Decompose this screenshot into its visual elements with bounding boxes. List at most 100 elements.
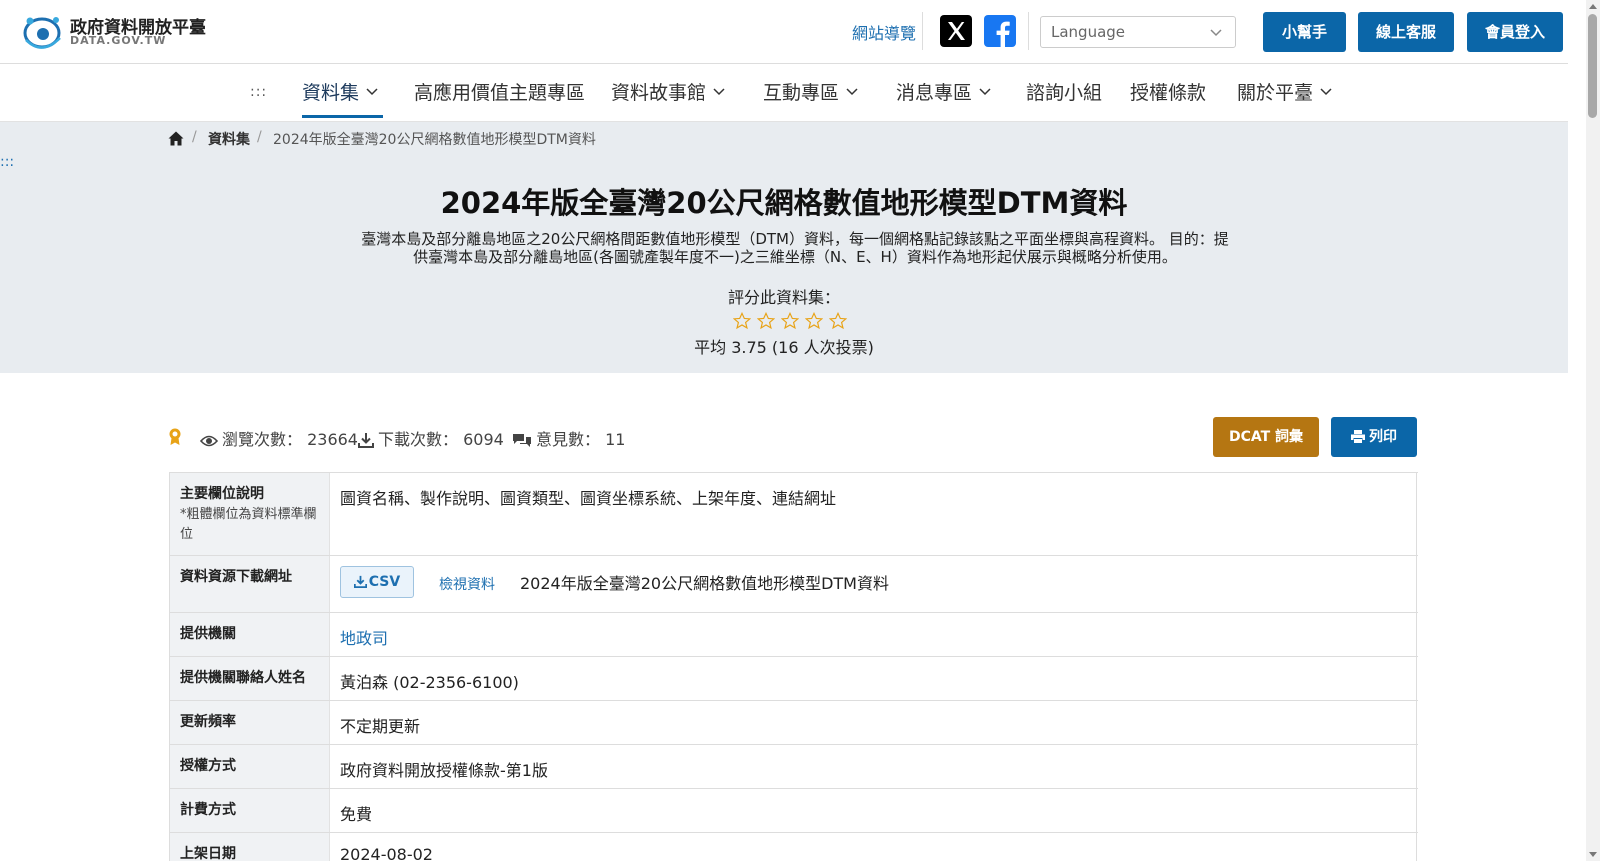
info-key: 計費方式 — [170, 789, 330, 832]
rating-stars — [733, 312, 849, 332]
chevron-down-icon — [366, 88, 378, 96]
nav-item-news[interactable]: 消息專區 — [896, 78, 992, 118]
nav-item-license[interactable]: 授權條款 — [1130, 78, 1206, 118]
dcat-vocabulary-button[interactable]: DCAT 詞彙 — [1213, 417, 1319, 457]
info-value: 不定期更新 — [340, 717, 421, 736]
helper-button[interactable]: 小幫手 — [1263, 12, 1346, 52]
info-row-fields: 主要欄位說明 *粗體欄位為資料標準欄位 圖資名稱、製作說明、圖資類型、圖資坐標系… — [170, 472, 1418, 555]
star-icon[interactable] — [733, 312, 751, 330]
breadcrumb-current: 2024年版全臺灣20公尺網格數值地形模型DTM資料 — [273, 132, 596, 148]
star-icon[interactable] — [757, 312, 775, 330]
home-icon[interactable] — [168, 131, 184, 146]
dataset-info-table: 主要欄位說明 *粗體欄位為資料標準欄位 圖資名稱、製作說明、圖資類型、圖資坐標系… — [169, 472, 1418, 861]
info-key: 資料資源下載網址 — [170, 556, 330, 612]
page-title: 2024年版全臺灣20公尺網格數值地形模型DTM資料 — [440, 186, 1128, 220]
info-row-frequency: 更新頻率 不定期更新 — [170, 700, 1418, 744]
rating-average: 平均 3.75 (16 人次投票) — [694, 338, 874, 357]
info-row-published: 上架日期 2024-08-02 — [170, 832, 1418, 861]
view-count-text: 瀏覽次數： 23664 — [222, 430, 358, 449]
comment-count: 意見數： 11 — [512, 426, 625, 450]
info-key: 上架日期 — [170, 833, 330, 861]
print-button[interactable]: 列印 — [1331, 417, 1417, 457]
csv-label: CSV — [368, 574, 401, 590]
nav-item-about[interactable]: 關於平臺 — [1237, 78, 1333, 118]
provider-link[interactable]: 地政司 — [340, 625, 388, 649]
top-header: 政府資料開放平臺 DATA.GOV.TW 網站導覽 Language 小幫手 線… — [0, 0, 1568, 64]
dataset-hero: / 資料集 / 2024年版全臺灣20公尺網格數值地形模型DTM資料 ::: 2… — [0, 122, 1568, 373]
view-count: 瀏覽次數： 23664 — [199, 426, 358, 450]
logo-subtitle: DATA.GOV.TW — [70, 34, 167, 47]
accesskey-marker[interactable]: ::: — [250, 84, 267, 100]
rating-label: 評分此資料集： — [727, 288, 840, 307]
chevron-down-icon — [846, 88, 858, 96]
print-button-label: 列印 — [1369, 429, 1397, 445]
chevron-down-icon — [713, 88, 725, 96]
view-data-link[interactable]: 檢視資料 — [439, 574, 495, 594]
eye-icon — [199, 435, 219, 447]
header-divider — [922, 12, 923, 50]
info-row-license: 授權方式 政府資料開放授權條款-第1版 — [170, 744, 1418, 788]
download-icon — [353, 575, 367, 589]
nav-item-label: 資料故事館 — [611, 82, 707, 104]
sitemap-link[interactable]: 網站導覽 — [852, 20, 916, 44]
breadcrumb-datasets[interactable]: 資料集 — [208, 129, 250, 149]
breadcrumb-separator: / — [192, 129, 197, 145]
page-scrollbar[interactable] — [1586, 0, 1600, 861]
info-value: 免費 — [340, 805, 373, 824]
info-value: 2024-08-02 — [340, 845, 433, 861]
dataset-description: 臺灣本島及部分離島地區之20公尺網格間距數值地形模型（DTM）資料，每一個網格點… — [361, 230, 1229, 266]
nav-item-stories[interactable]: 資料故事館 — [611, 78, 726, 118]
breadcrumb-separator: / — [257, 129, 262, 145]
logo-mark-icon — [23, 17, 61, 49]
csv-download-button[interactable]: CSV — [340, 566, 414, 598]
award-badge-icon — [169, 428, 181, 445]
nav-item-label: 高應用價值主題專區 — [414, 82, 586, 104]
scroll-thumb[interactable] — [1588, 14, 1597, 118]
nav-item-label: 消息專區 — [896, 82, 973, 104]
info-row-fee: 計費方式 免費 — [170, 788, 1418, 832]
info-key: 提供機關 — [170, 613, 330, 656]
info-key: 授權方式 — [170, 745, 330, 788]
nav-item-label: 關於平臺 — [1237, 82, 1314, 104]
site-logo[interactable]: 政府資料開放平臺 DATA.GOV.TW — [22, 10, 222, 52]
nav-item-advisory[interactable]: 諮詢小組 — [1026, 78, 1102, 118]
language-select[interactable]: Language — [1040, 16, 1236, 48]
side-accesskey-marker[interactable]: ::: — [0, 154, 14, 170]
chevron-down-icon — [1320, 88, 1332, 96]
info-key-note: *粗體欄位為資料標準欄位 — [180, 507, 317, 542]
online-service-button[interactable]: 線上客服 — [1358, 12, 1454, 52]
download-icon — [358, 433, 374, 448]
chevron-down-icon — [979, 88, 991, 96]
info-row-resource: 資料資源下載網址 CSV 檢視資料 2024年版全臺灣20公尺網格數值地形模型D… — [170, 555, 1418, 612]
nav-item-interactive[interactable]: 互動專區 — [763, 78, 859, 118]
info-key-label: 主要欄位說明 — [180, 486, 264, 502]
scroll-up-arrow[interactable] — [1589, 4, 1597, 9]
info-value: 圖資名稱、製作說明、圖資類型、圖資坐標系統、上架年度、連結網址 — [340, 489, 837, 508]
nav-item-high-value[interactable]: 高應用價值主題專區 — [414, 78, 585, 118]
comments-icon — [513, 434, 531, 447]
resource-name: 2024年版全臺灣20公尺網格數值地形模型DTM資料 — [520, 574, 889, 593]
info-value: 政府資料開放授權條款-第1版 — [340, 761, 548, 780]
nav-item-datasets[interactable]: 資料集 — [302, 78, 383, 118]
x-twitter-icon[interactable] — [940, 15, 972, 47]
star-icon[interactable] — [805, 312, 823, 330]
download-count: 下載次數： 6094 — [358, 426, 504, 450]
nav-item-label: 授權條款 — [1130, 82, 1207, 104]
facebook-icon[interactable] — [984, 15, 1016, 47]
main-navigation: ::: 資料集 高應用價值主題專區 資料故事館 互動專區 消息專區 諮詢小組 授… — [0, 64, 1568, 122]
info-key: 提供機關聯絡人姓名 — [170, 657, 330, 700]
info-key: 主要欄位說明 *粗體欄位為資料標準欄位 — [170, 473, 330, 555]
info-key: 更新頻率 — [170, 701, 330, 744]
comment-count-text: 意見數： 11 — [536, 430, 626, 449]
printer-icon — [1351, 430, 1365, 443]
star-icon[interactable] — [781, 312, 799, 330]
download-count-text: 下載次數： 6094 — [378, 430, 504, 449]
nav-item-label: 諮詢小組 — [1026, 82, 1103, 104]
info-row-provider: 提供機關 地政司 — [170, 612, 1418, 656]
star-icon[interactable] — [829, 312, 847, 330]
header-divider — [1028, 12, 1029, 50]
scroll-down-arrow[interactable] — [1589, 852, 1597, 857]
member-login-button[interactable]: 會員登入 — [1467, 12, 1563, 52]
nav-item-label: 資料集 — [302, 82, 360, 104]
nav-item-label: 互動專區 — [763, 82, 840, 104]
